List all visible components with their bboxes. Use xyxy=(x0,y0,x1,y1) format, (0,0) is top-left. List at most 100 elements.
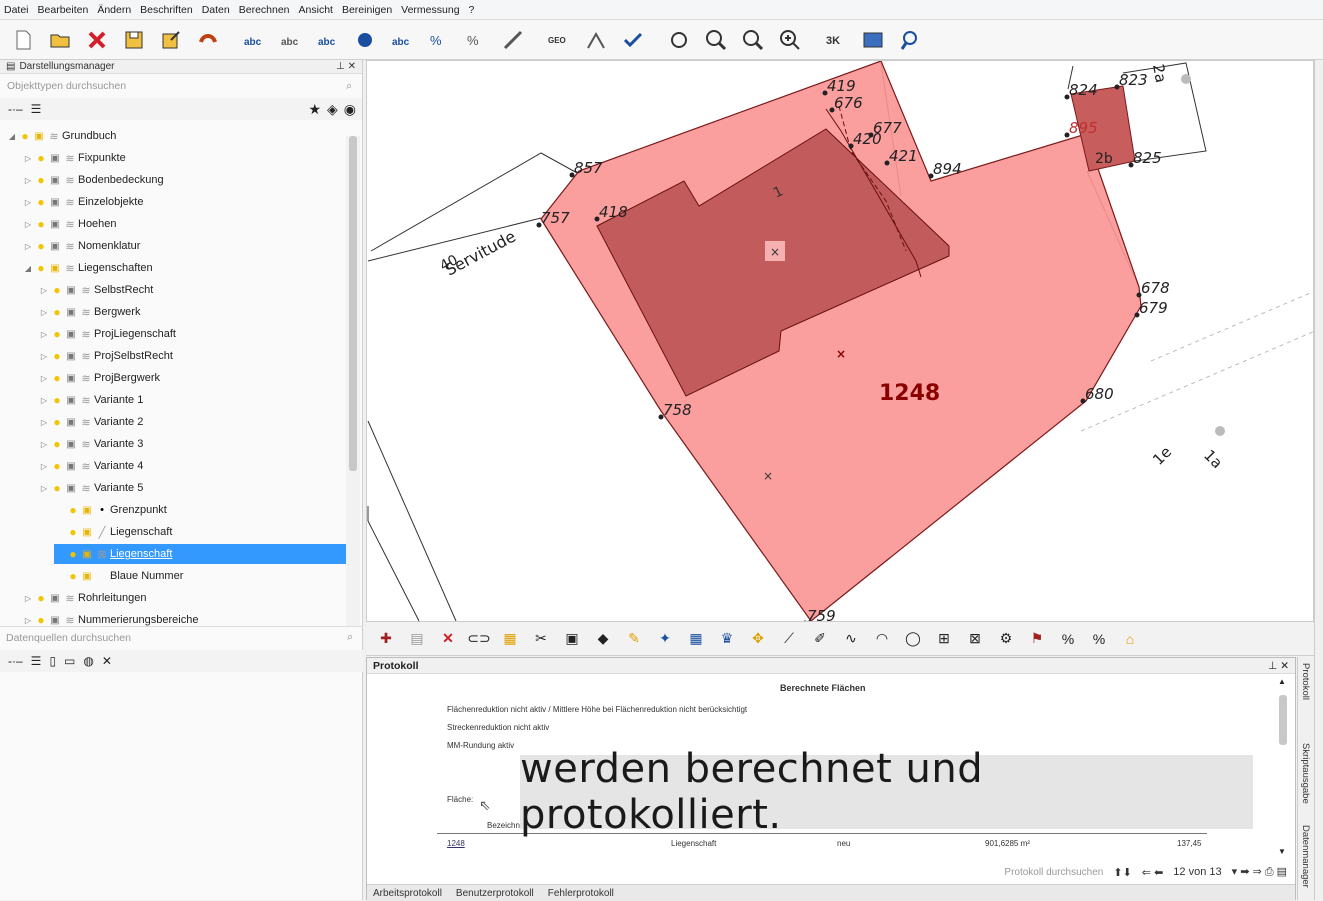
map-canvas[interactable]: × × × 1248 1 Servitude 40 2a 2b 1e 1a 41… xyxy=(366,60,1314,622)
lock-icon[interactable]: ▣ xyxy=(48,153,62,164)
boundary-point-marker[interactable] xyxy=(536,222,542,228)
boundary-point-marker[interactable] xyxy=(658,414,664,420)
tag-icon[interactable]: ⌂ xyxy=(1118,627,1142,651)
tree-item[interactable]: ▷ ● ▣ ≋ Bergwerk xyxy=(38,302,346,322)
visibility-bulb-icon[interactable]: ● xyxy=(34,261,48,275)
save-icon[interactable] xyxy=(119,25,149,55)
expand-arrow-icon[interactable]: ▷ xyxy=(38,330,50,339)
expand-arrow-icon[interactable]: ▷ xyxy=(22,176,34,185)
lock-icon[interactable]: ▣ xyxy=(64,329,78,340)
visibility-bulb-icon[interactable]: ● xyxy=(66,569,80,583)
menu-item-2[interactable]: Ändern xyxy=(97,4,131,16)
label-measure-icon[interactable] xyxy=(498,25,528,55)
lock-icon[interactable]: ▣ xyxy=(48,615,62,626)
open-folder-icon[interactable] xyxy=(45,25,75,55)
boundary-point-marker[interactable] xyxy=(1080,398,1086,404)
boundary-point-marker[interactable] xyxy=(1128,162,1134,168)
favorite-star-icon[interactable]: ★ xyxy=(308,101,321,118)
visibility-bulb-icon[interactable]: ● xyxy=(66,503,80,517)
expand-arrow-icon[interactable]: ▷ xyxy=(22,616,34,625)
side-tab-1[interactable]: Skriptausgabe xyxy=(1300,743,1311,804)
boundary-point-marker[interactable] xyxy=(1136,292,1142,298)
visibility-bulb-icon[interactable]: ● xyxy=(66,525,80,539)
line-icon[interactable]: ⟋ xyxy=(777,627,801,651)
expand-arrow-icon[interactable]: ▷ xyxy=(38,396,50,405)
expand-arrow-icon[interactable]: ▷ xyxy=(38,440,50,449)
visibility-bulb-icon[interactable]: ● xyxy=(34,151,48,165)
zoom-in-icon[interactable] xyxy=(775,25,805,55)
pin-icon[interactable]: ⊥ ✕ xyxy=(336,61,356,72)
visibility-bulb-icon[interactable]: ● xyxy=(34,239,48,253)
expand-arrow-icon[interactable]: ▷ xyxy=(38,462,50,471)
prev-arrow-icon[interactable]: ⇐ ⬅ xyxy=(1142,866,1164,879)
search-icon[interactable]: ⌕ xyxy=(347,631,353,644)
zoom-icon[interactable] xyxy=(738,25,768,55)
folder-icon[interactable]: ▭ xyxy=(64,654,75,668)
expand-arrow-icon[interactable]: ▷ xyxy=(22,198,34,207)
expand-arrow-icon[interactable]: ▷ xyxy=(38,418,50,427)
expand-arrow-icon[interactable]: ▷ xyxy=(22,154,34,163)
unlock-icon[interactable]: ▣ xyxy=(80,527,94,538)
scissors-icon[interactable]: ✂ xyxy=(529,627,553,651)
visibility-bulb-icon[interactable]: ● xyxy=(50,481,64,495)
menu-item-9[interactable]: ? xyxy=(469,4,475,16)
expand-arrow-icon[interactable]: ▷ xyxy=(22,242,34,251)
boundary-point-marker[interactable] xyxy=(594,216,600,222)
tree-item[interactable]: ▷ ● ▣ ≋ Bodenbedeckung xyxy=(22,170,346,190)
tree-item[interactable]: ▷ ● ▣ ≋ SelbstRecht xyxy=(38,280,346,300)
snap-icon[interactable]: ⊠ xyxy=(963,627,987,651)
visibility-bulb-icon[interactable]: ● xyxy=(50,459,64,473)
lock-icon[interactable]: ▣ xyxy=(64,417,78,428)
geo-icon[interactable]: GEO xyxy=(544,25,574,55)
visibility-bulb-icon[interactable]: ● xyxy=(34,173,48,187)
boundary-point-marker[interactable] xyxy=(928,173,934,179)
expand-arrow-icon[interactable]: ▷ xyxy=(22,220,34,229)
list-icon[interactable]: ☰ xyxy=(31,102,42,116)
tree-item[interactable]: ▷ ● ▣ ≋ Einzelobjekte xyxy=(22,192,346,212)
visibility-eye-icon[interactable]: ◉ xyxy=(344,101,356,118)
protokoll-tab-0[interactable]: Arbeitsprotokoll xyxy=(373,888,442,899)
expand-arrow-icon[interactable]: ▷ xyxy=(38,352,50,361)
3d-view-icon[interactable]: 3K xyxy=(821,25,851,55)
boundary-point-marker[interactable] xyxy=(569,172,575,178)
pin-icon[interactable]: ⊥ ✕ xyxy=(1268,660,1289,672)
geo-tools-icon[interactable] xyxy=(581,25,611,55)
search-icon[interactable]: ⌕ xyxy=(346,80,352,93)
next-arrow-icon[interactable]: ▾ ➡ ⇒ ⎙ ▤ xyxy=(1232,865,1287,879)
label-abc-icon-2[interactable]: abc xyxy=(276,25,306,55)
zoom-window-icon[interactable] xyxy=(701,25,731,55)
lock-icon[interactable]: ▣ xyxy=(64,483,78,494)
expand-arrow-icon[interactable]: ▷ xyxy=(38,308,50,317)
lock-icon[interactable]: ▣ xyxy=(48,263,62,274)
lock-icon[interactable]: ▣ xyxy=(64,439,78,450)
copy-icon[interactable]: ▤ xyxy=(405,627,429,651)
label-delete-icon[interactable]: % xyxy=(461,25,491,55)
list-icon[interactable]: ☰ xyxy=(31,654,42,668)
protokoll-tab-1[interactable]: Benutzerprotokoll xyxy=(456,888,534,899)
tree-item[interactable]: ◢ ● ▣ ≋ Grundbuch xyxy=(6,126,346,146)
lock-icon[interactable]: ▣ xyxy=(64,307,78,318)
unlock-icon[interactable]: ▣ xyxy=(80,571,94,582)
layers-icon[interactable]: ◈ xyxy=(327,101,338,118)
datasource-search-input[interactable]: Datenquellen durchsuchen ⌕ xyxy=(0,626,363,648)
star-add-icon[interactable]: ✦ xyxy=(653,627,677,651)
scroll-up-icon[interactable]: ▲ xyxy=(1278,677,1286,686)
visibility-bulb-icon[interactable]: ● xyxy=(34,591,48,605)
edit-pencil-icon[interactable]: ✎ xyxy=(622,627,646,651)
node-icon[interactable]: ⊞ xyxy=(932,627,956,651)
protokoll-tab-2[interactable]: Fehlerprotokoll xyxy=(548,888,614,899)
grid-icon[interactable]: ▦ xyxy=(684,627,708,651)
map-display-icon[interactable] xyxy=(858,25,888,55)
boundary-point-marker[interactable] xyxy=(848,143,854,149)
visibility-bulb-icon[interactable]: ● xyxy=(34,217,48,231)
expand-arrow-icon[interactable]: ▷ xyxy=(38,484,50,493)
close-red-x-icon[interactable] xyxy=(82,25,112,55)
collapse-all-icon[interactable]: -·– xyxy=(8,654,23,668)
tree-item[interactable]: ▷ ● ▣ ≋ Variante 1 xyxy=(38,390,346,410)
scroll-down-icon[interactable]: ▼ xyxy=(1278,847,1286,856)
lock-icon[interactable]: ▣ xyxy=(48,175,62,186)
lock-icon[interactable]: ▣ xyxy=(64,373,78,384)
fill-icon[interactable]: ◆ xyxy=(591,627,615,651)
menu-item-0[interactable]: Datei xyxy=(4,4,29,16)
tree-item[interactable]: ▷ ● ▣ ≋ Variante 3 xyxy=(38,434,346,454)
